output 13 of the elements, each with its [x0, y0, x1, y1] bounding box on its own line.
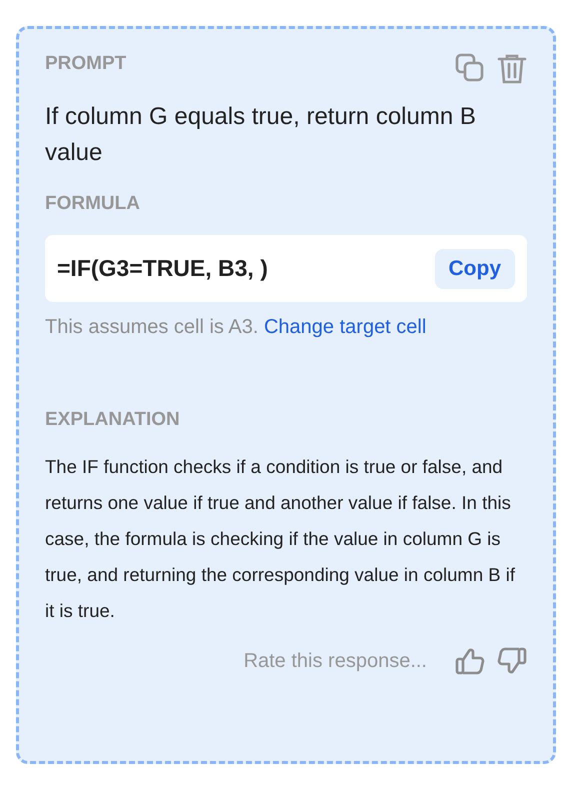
- section-label: PROMPT: [45, 53, 126, 75]
- section-label: EXPLANATION: [45, 409, 181, 431]
- copy-button[interactable]: Copy: [434, 248, 515, 288]
- trash-icon[interactable]: [497, 53, 527, 85]
- change-target-link[interactable]: Change target cell: [264, 316, 426, 338]
- rate-prompt: Rate this response...: [244, 650, 427, 672]
- section-label: FORMULA: [45, 193, 141, 215]
- formula-text: =IF(G3=TRUE, B3, ): [57, 255, 268, 282]
- note-text: This assumes cell is A3.: [45, 316, 258, 338]
- explanation-text: The IF function checks if a condition is true or false, and returns one value if true and another value if false. In this case, the formula is checking if the value in column G is true, and returning the corresponding value in column B if it is true.: [45, 455, 516, 623]
- prompt-text: If column G equals true, return column B value: [45, 102, 477, 168]
- thumbs-down-icon[interactable]: [497, 647, 527, 675]
- thumbs-up-icon[interactable]: [455, 647, 485, 675]
